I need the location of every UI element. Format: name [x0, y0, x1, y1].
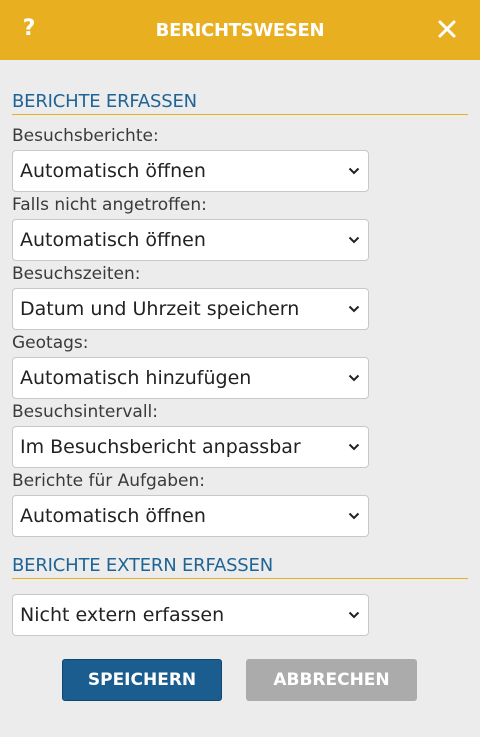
section-title-berichte-extern-erfassen: BERICHTE EXTERN ERFASSEN	[12, 555, 468, 579]
section-title-berichte-erfassen: BERICHTE ERFASSEN	[12, 91, 468, 115]
save-button[interactable]: SPEICHERN	[62, 659, 222, 701]
select-value: Im Besuchsbericht anpassbar	[20, 436, 301, 458]
label-besuchsberichte: Besuchsberichte:	[12, 126, 159, 146]
select-value: Automatisch öffnen	[20, 505, 206, 527]
select-falls-nicht-angetroffen[interactable]: Automatisch öffnen	[12, 219, 369, 261]
close-icon[interactable]	[438, 20, 456, 38]
select-berichte-fuer-aufgaben[interactable]: Automatisch öffnen	[12, 495, 369, 537]
select-value: Datum und Uhrzeit speichern	[20, 298, 300, 320]
label-falls-nicht-angetroffen: Falls nicht angetroffen:	[12, 195, 207, 215]
help-button[interactable]: ?	[21, 14, 37, 44]
select-extern-erfassen[interactable]: Nicht extern erfassen	[12, 594, 369, 636]
select-value: Nicht extern erfassen	[20, 604, 225, 626]
chevron-down-icon	[348, 305, 360, 313]
select-besuchsberichte[interactable]: Automatisch öffnen	[12, 150, 369, 192]
label-besuchszeiten: Besuchszeiten:	[12, 264, 141, 284]
chevron-down-icon	[348, 443, 360, 451]
dialog-header: ? BERICHTSWESEN	[0, 0, 480, 60]
label-besuchsintervall: Besuchsintervall:	[12, 402, 158, 422]
chevron-down-icon	[348, 374, 360, 382]
chevron-down-icon	[348, 236, 360, 244]
chevron-down-icon	[348, 167, 360, 175]
label-geotags: Geotags:	[12, 333, 89, 353]
select-value: Automatisch öffnen	[20, 160, 206, 182]
label-berichte-fuer-aufgaben: Berichte für Aufgaben:	[12, 471, 205, 491]
select-geotags[interactable]: Automatisch hinzufügen	[12, 357, 369, 399]
select-value: Automatisch hinzufügen	[20, 367, 252, 389]
select-besuchsintervall[interactable]: Im Besuchsbericht anpassbar	[12, 426, 369, 468]
cancel-button[interactable]: ABBRECHEN	[246, 659, 417, 701]
close-button[interactable]	[438, 14, 462, 44]
select-value: Automatisch öffnen	[20, 229, 206, 251]
chevron-down-icon	[348, 512, 360, 520]
chevron-down-icon	[348, 611, 360, 619]
select-besuchszeiten[interactable]: Datum und Uhrzeit speichern	[12, 288, 369, 330]
dialog-title: BERICHTSWESEN	[155, 19, 325, 41]
